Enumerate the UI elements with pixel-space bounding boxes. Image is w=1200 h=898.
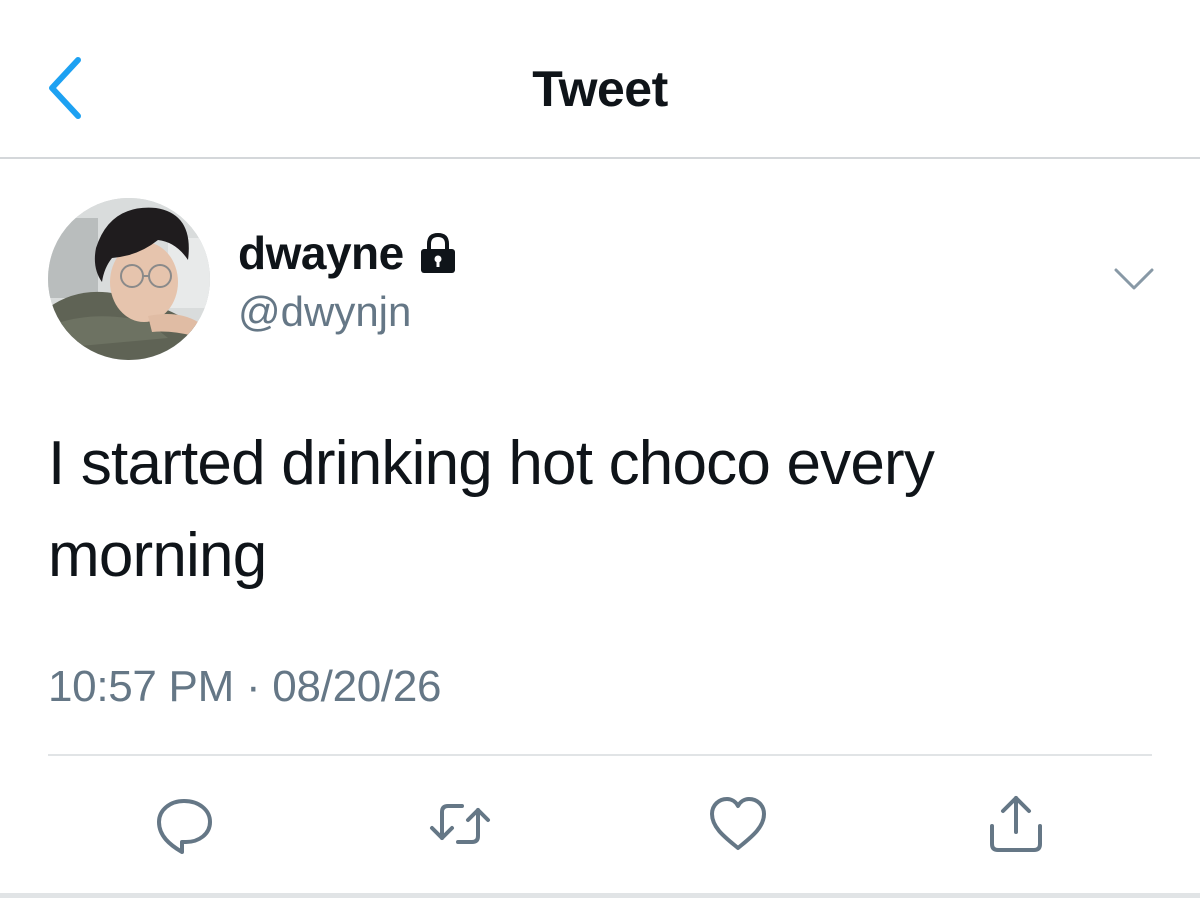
tweet-time: 10:57 PM — [48, 662, 234, 711]
retweet-icon — [430, 804, 490, 844]
lock-icon — [416, 231, 460, 275]
tweet-text: I started drinking hot choco every morni… — [48, 429, 935, 590]
page-title: Tweet — [532, 61, 668, 117]
author-name-row[interactable]: dwayne — [238, 226, 460, 280]
timestamp-separator: · — [245, 662, 261, 711]
display-name[interactable]: dwayne — [238, 226, 404, 280]
retweet-button[interactable] — [428, 792, 492, 856]
bottom-divider — [0, 893, 1200, 898]
user-handle[interactable]: @dwynjn — [238, 288, 411, 336]
divider — [48, 754, 1152, 756]
avatar[interactable] — [48, 198, 210, 360]
top-bar: Tweet — [0, 0, 1200, 159]
reply-icon — [157, 799, 212, 854]
heart-icon — [710, 797, 766, 850]
tweet-options-button[interactable] — [1110, 260, 1158, 300]
share-button[interactable] — [984, 792, 1048, 856]
share-icon — [990, 796, 1042, 852]
tweet-timestamp[interactable]: 10:57 PM · 08/20/26 — [48, 662, 441, 712]
like-button[interactable] — [706, 792, 770, 856]
tweet-detail-screen: Tweet dwayne @dwynjn I started drinking … — [0, 0, 1200, 898]
chevron-down-icon — [1114, 268, 1154, 290]
tweet-date: 08/20/26 — [272, 662, 442, 711]
reply-button[interactable] — [152, 792, 216, 856]
